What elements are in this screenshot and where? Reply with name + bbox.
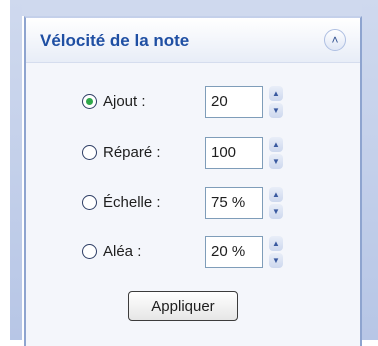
option-row-alea: Aléa : 20 % ▲ ▼ [82,236,342,270]
spin-down-icon[interactable]: ▼ [269,253,283,268]
option-row-repare: Réparé : 100 ▲ ▼ [82,137,342,171]
radio-label-alea[interactable]: Aléa : [103,243,141,260]
spin-up-icon[interactable]: ▲ [269,187,283,202]
panel-frame-right [362,0,378,340]
spin-up-icon[interactable]: ▲ [269,236,283,251]
repare-input[interactable]: 100 [205,137,263,169]
radio-ajout[interactable] [82,94,97,109]
radio-alea[interactable] [82,244,97,259]
spin-down-icon[interactable]: ▼ [269,154,283,169]
radio-label-echelle[interactable]: Échelle : [103,194,161,211]
note-velocity-panel: Vélocité de la note ˄ Ajout : 20 ▲ ▼ Rép… [24,16,362,346]
radio-echelle[interactable] [82,195,97,210]
panel-header[interactable]: Vélocité de la note ˄ [26,18,360,63]
radio-label-ajout[interactable]: Ajout : [103,93,146,110]
echelle-spinner[interactable]: ▲ ▼ [269,187,283,219]
spin-down-icon[interactable]: ▼ [269,103,283,118]
echelle-input[interactable]: 75 % [205,187,263,219]
radio-repare[interactable] [82,145,97,160]
spin-up-icon[interactable]: ▲ [269,137,283,152]
panel-frame-left [10,0,22,340]
ajout-spinner[interactable]: ▲ ▼ [269,86,283,118]
alea-input[interactable]: 20 % [205,236,263,268]
alea-spinner[interactable]: ▲ ▼ [269,236,283,268]
option-row-echelle: Échelle : 75 % ▲ ▼ [82,187,342,221]
repare-spinner[interactable]: ▲ ▼ [269,137,283,169]
spin-up-icon[interactable]: ▲ [269,86,283,101]
ajout-input[interactable]: 20 [205,86,263,118]
panel-frame-top [10,0,378,16]
radio-label-repare[interactable]: Réparé : [103,144,161,161]
option-row-ajout: Ajout : 20 ▲ ▼ [82,86,342,120]
collapse-button[interactable]: ˄ [324,29,346,51]
apply-button[interactable]: Appliquer [128,291,238,321]
spin-down-icon[interactable]: ▼ [269,204,283,219]
panel-title: Vélocité de la note [40,31,190,50]
chevron-double-up-icon: ˄ [331,33,339,47]
